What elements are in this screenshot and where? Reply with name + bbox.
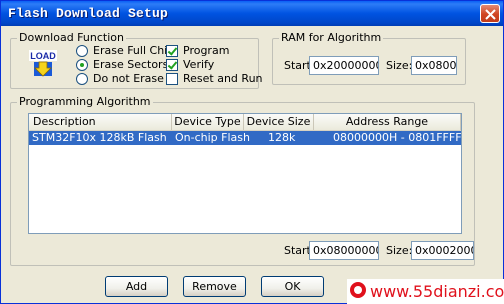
do-not-erase-label: Do not Erase (93, 72, 164, 85)
title-bar[interactable]: Flash Download Setup (1, 1, 503, 26)
radio-indicator (76, 72, 88, 85)
row-description: STM32F10x 128kB Flash (32, 131, 167, 144)
ok-button[interactable]: OK (261, 276, 324, 297)
ram-size-input[interactable]: 0x0800 (411, 56, 457, 75)
add-button[interactable]: Add (105, 276, 168, 297)
watermark-text: www.55dianzi.com (370, 282, 504, 301)
remove-button[interactable]: Remove (183, 276, 246, 297)
erase-sectors-label: Erase Sectors (93, 58, 169, 71)
reset-and-run-checkbox[interactable]: Reset and Run (166, 72, 263, 85)
ram-for-algorithm-title: RAM for Algorithm (279, 31, 384, 44)
flash-size-input[interactable]: 0x00020000 (411, 241, 474, 260)
check-indicator (166, 72, 178, 85)
do-not-erase-radio[interactable]: Do not Erase (76, 72, 164, 85)
flash-download-setup-dialog: Flash Download Setup Download Function L… (0, 0, 504, 304)
close-icon (485, 9, 496, 20)
row-device-type: On-chip Flash (175, 131, 250, 144)
verify-checkbox[interactable]: Verify (166, 58, 214, 71)
programming-algorithm-title: Programming Algorithm (17, 95, 153, 108)
table-header: Description Device Type Device Size Addr… (29, 114, 461, 131)
table-row[interactable]: STM32F10x 128kB Flash On-chip Flash 128k… (29, 131, 461, 145)
row-device-size: 128k (268, 131, 296, 144)
flash-start-input[interactable]: 0x08000000 (309, 241, 379, 260)
check-indicator (166, 44, 178, 57)
flash-size-label: Size: (386, 244, 413, 257)
radio-indicator-selected (76, 58, 88, 71)
ram-start-input[interactable]: 0x20000000 (309, 56, 379, 75)
load-icon-label: LOAD (30, 51, 56, 61)
program-label: Program (183, 44, 230, 57)
column-header-address-range[interactable]: Address Range (314, 114, 461, 130)
reset-and-run-label: Reset and Run (183, 72, 263, 85)
algorithm-table[interactable]: Description Device Type Device Size Addr… (28, 113, 462, 234)
verify-label: Verify (183, 58, 215, 71)
load-icon: LOAD (29, 50, 57, 78)
download-function-title: Download Function (17, 31, 126, 44)
erase-full-chip-label: Erase Full Chip (93, 44, 175, 57)
column-header-description[interactable]: Description (29, 114, 172, 130)
check-indicator (166, 58, 178, 71)
row-address-range: 08000000H - 0801FFFFH (333, 131, 462, 144)
column-header-device-size[interactable]: Device Size (244, 114, 314, 130)
column-header-device-type[interactable]: Device Type (172, 114, 244, 130)
erase-sectors-radio[interactable]: Erase Sectors (76, 58, 168, 71)
program-checkbox[interactable]: Program (166, 44, 229, 57)
window-title: Flash Download Setup (8, 6, 169, 21)
erase-full-chip-radio[interactable]: Erase Full Chip (76, 44, 174, 57)
ram-size-label: Size: (386, 59, 413, 72)
radio-indicator (76, 44, 88, 57)
watermark-logo-icon (350, 282, 366, 298)
close-button[interactable] (480, 4, 500, 23)
